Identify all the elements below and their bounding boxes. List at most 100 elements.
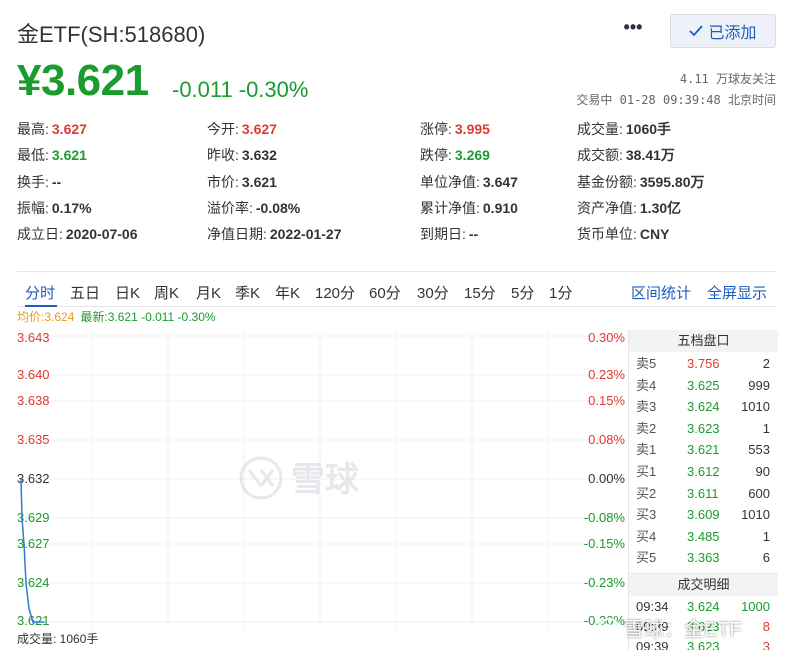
stat-value: 2020-07-06: [65, 226, 138, 242]
level-label: 买1: [636, 464, 657, 479]
stat-value: 3.621: [241, 174, 277, 190]
tab-period[interactable]: 季K: [235, 282, 260, 303]
tab-period[interactable]: 五日: [70, 282, 100, 303]
added-watchlist-button[interactable]: 已添加: [670, 14, 776, 48]
y-tick-label: 3.643: [17, 330, 50, 345]
more-button[interactable]: •••: [620, 18, 646, 42]
stat-item: 最低: 3.621: [17, 145, 87, 165]
y-tick-label: 3.638: [17, 393, 50, 408]
footer-watermark: 雪球：金ETF: [598, 613, 742, 642]
y-tick-label: 3.635: [17, 432, 50, 447]
bid-row: 买5 3.363 6: [629, 547, 778, 568]
price-point: [20, 478, 22, 480]
stat-value: 3595.80万: [639, 174, 705, 190]
tab-period[interactable]: 60分: [369, 282, 401, 303]
tab-period[interactable]: 周K: [154, 282, 179, 303]
order-book-title: 五档盘口: [629, 330, 778, 352]
stat-value: --: [468, 226, 479, 242]
tab-period[interactable]: 30分: [417, 282, 449, 303]
ask-row: 卖2 3.623 1: [629, 418, 778, 439]
level-price: 3.611: [687, 485, 719, 501]
level-volume: 90: [755, 464, 770, 479]
price-point: [28, 608, 30, 610]
fullscreen-link[interactable]: 全屏显示: [707, 282, 767, 303]
xueqiu-logo-icon: [599, 617, 619, 638]
level-volume: 6: [762, 550, 770, 566]
level-volume: 1: [762, 420, 770, 436]
level-price: 3.363: [687, 550, 720, 566]
tab-period[interactable]: 5分: [511, 282, 534, 303]
stat-item: 成立日: 2020-07-06: [17, 224, 138, 244]
stat-item: 净值日期: 2022-01-27: [207, 224, 342, 244]
level-label: 买4: [636, 528, 657, 544]
stat-label: 到期日:: [420, 226, 466, 242]
stat-value: CNY: [639, 226, 670, 242]
stat-item: 基金份额: 3595.80万: [577, 172, 705, 192]
stat-label: 换手:: [17, 174, 49, 190]
stat-item: 成交额: 38.41万: [577, 145, 675, 165]
stat-label: 最高:: [17, 121, 49, 137]
latest-price-label: 最新:3.621 -0.011 -0.30%: [80, 310, 216, 324]
y-tick-label: 3.632: [17, 471, 50, 486]
ask-row: 卖3 3.624 1010: [629, 396, 778, 417]
bid-row: 买3 3.609 1010: [629, 504, 778, 525]
y-pct-tick-label: 0.30%: [588, 330, 625, 345]
y-pct-tick-label: 0.15%: [588, 393, 625, 408]
level-volume: 553: [748, 442, 770, 458]
chart-info-line: 均价:3.624 最新:3.621 -0.011 -0.30%: [17, 308, 216, 325]
trade-volume: 8: [762, 619, 770, 634]
page-title: 金ETF(SH:518680): [17, 22, 206, 47]
y-pct-tick-label: 0.00%: [588, 471, 625, 486]
range-stats-link[interactable]: 区间统计: [631, 282, 691, 303]
level-label: 卖5: [636, 356, 657, 371]
level-volume: 600: [748, 485, 770, 501]
stat-label: 昨收:: [207, 147, 239, 163]
tab-period[interactable]: 年K: [275, 282, 300, 303]
level-volume: 2: [762, 356, 770, 371]
level-label: 卖2: [636, 420, 657, 436]
tab-period[interactable]: 分时: [25, 282, 55, 303]
stat-label: 成交额:: [577, 147, 623, 163]
followers-count: 4.11 万球友关注: [679, 72, 776, 86]
stat-value: 0.17%: [51, 200, 92, 216]
stat-value: 3.995: [454, 121, 490, 137]
y-pct-tick-label: 0.08%: [588, 432, 625, 447]
level-volume: 1010: [741, 399, 770, 415]
change-percent: -0.30%: [238, 77, 309, 102]
stat-value: 3.621: [51, 147, 87, 163]
order-book: 五档盘口 卖5 3.756 2 卖4 3.625 999 卖3 3.624 1010 卖2 3.62…: [628, 330, 778, 650]
stat-value: 38.41万: [625, 147, 675, 163]
active-tab-underline: [25, 305, 57, 307]
stat-label: 基金份额:: [577, 174, 637, 190]
level-label: 卖4: [636, 377, 657, 393]
avg-price-label: 均价:3.624: [17, 310, 75, 324]
tab-period[interactable]: 120分: [315, 282, 355, 303]
stat-label: 最低:: [17, 147, 49, 163]
trades-title: 成交明细: [629, 574, 778, 596]
stat-item: 涨停: 3.995: [420, 119, 490, 139]
stat-item: 到期日: --: [420, 224, 478, 244]
stat-label: 资产净值:: [577, 200, 637, 216]
tab-period[interactable]: 月K: [196, 282, 221, 303]
level-price: 3.756: [687, 356, 720, 371]
tab-period[interactable]: 1分: [549, 282, 572, 303]
y-pct-tick-label: -0.23%: [584, 575, 626, 590]
current-price: ¥3.621: [17, 56, 149, 105]
stat-label: 溢价率:: [207, 200, 253, 216]
stat-label: 成立日:: [17, 226, 63, 242]
price-point: [23, 543, 25, 545]
svg-text:雪球: 雪球: [291, 460, 360, 500]
stat-item: 今开: 3.627: [207, 119, 277, 139]
stat-label: 单位净值:: [420, 174, 480, 190]
stat-value: 0.910: [482, 200, 518, 216]
stat-value: 3.627: [51, 121, 87, 137]
stat-item: 最高: 3.627: [17, 119, 87, 139]
tab-period[interactable]: 15分: [464, 282, 496, 303]
trading-status: 交易中 01-28 09:39:48 北京时间: [576, 93, 776, 107]
intraday-chart[interactable]: 雪球 3.6433.6403.6383.6353.6323.6293.6273.…: [17, 330, 627, 628]
stat-label: 今开:: [207, 121, 239, 137]
y-tick-label: 3.627: [17, 536, 50, 551]
check-icon: [689, 25, 704, 37]
y-pct-tick-label: -0.15%: [584, 536, 626, 551]
tab-period[interactable]: 日K: [115, 282, 140, 303]
